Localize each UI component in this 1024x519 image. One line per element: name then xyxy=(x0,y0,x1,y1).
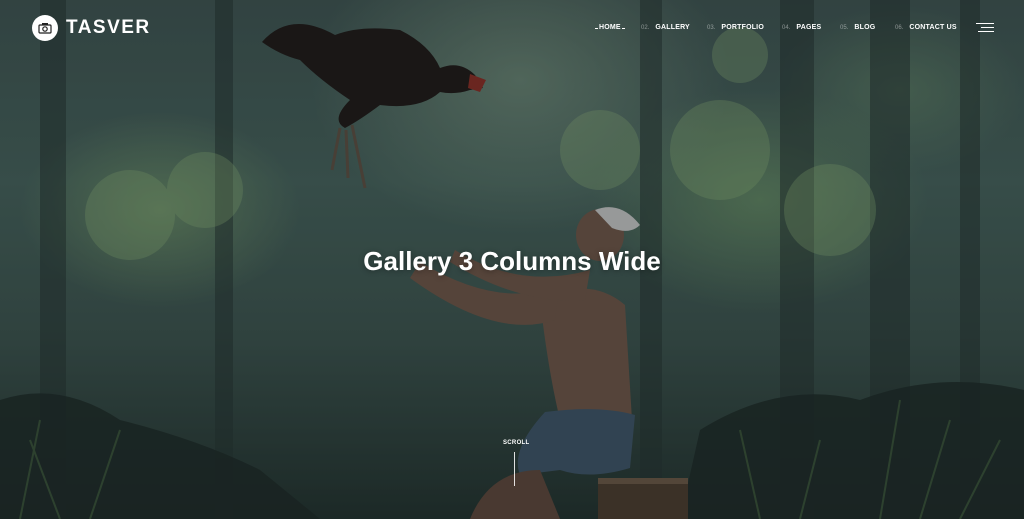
scroll-indicator-line xyxy=(514,452,515,486)
nav-item-blog[interactable]: 05. BLOG xyxy=(840,24,875,31)
hamburger-menu-icon[interactable] xyxy=(976,22,994,34)
nav-label: CONTACT US xyxy=(909,24,957,31)
nav-item-portfolio[interactable]: 03. PORTFOLIO xyxy=(707,24,764,31)
nav-item-gallery[interactable]: 02. GALLERY xyxy=(641,24,690,31)
page-title: Gallery 3 Columns Wide xyxy=(363,246,661,276)
nav-label: PAGES xyxy=(796,24,822,31)
scroll-label[interactable]: SCROLL xyxy=(503,440,529,446)
nav-label: HOME xyxy=(595,24,625,31)
nav-item-pages[interactable]: 04. PAGES xyxy=(782,24,821,31)
nav-number: 06. xyxy=(895,25,904,31)
hero-section: TASVER HOME 02. GALLERY 03. PORTFOLIO 04… xyxy=(0,0,1024,519)
nav-number: 02. xyxy=(641,25,650,31)
main-navigation: HOME 02. GALLERY 03. PORTFOLIO 04. PAGES… xyxy=(0,24,1024,36)
nav-item-home[interactable]: HOME xyxy=(595,24,625,31)
nav-number: 03. xyxy=(707,25,716,31)
nav-number: 04. xyxy=(782,25,791,31)
nav-label: GALLERY xyxy=(655,24,690,31)
nav-number: 05. xyxy=(840,25,849,31)
nav-label: BLOG xyxy=(854,24,876,31)
nav-item-contact-us[interactable]: 06. CONTACT US xyxy=(895,24,957,31)
nav-label: PORTFOLIO xyxy=(721,24,764,31)
